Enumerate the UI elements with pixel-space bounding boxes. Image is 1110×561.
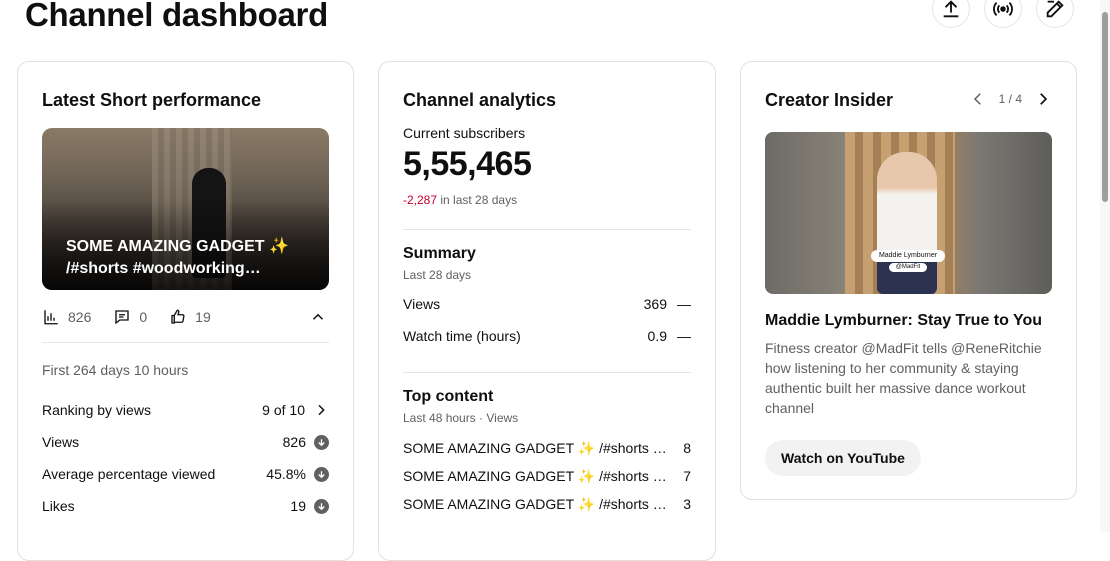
- summary-value: 369 —: [644, 296, 691, 312]
- metric-value-text: 45.8%: [266, 466, 306, 482]
- card-title: Channel analytics: [403, 90, 557, 110]
- views-stat: 826: [42, 308, 91, 326]
- upload-button[interactable]: [932, 0, 970, 28]
- metric-label: Ranking by views: [42, 402, 151, 418]
- summary-row-views: Views 369 —: [403, 296, 691, 312]
- top-content-video-title: SOME AMAZING GADGET ✨ /#shorts #woodwork…: [403, 468, 668, 484]
- metric-likes: Likes 19: [42, 498, 329, 514]
- metric-label: Average percentage viewed: [42, 466, 216, 482]
- top-content-video-title: SOME AMAZING GADGET ✨ /#shorts #woodwork…: [403, 440, 668, 456]
- thumbnail-handle-tag: @MadFit: [889, 263, 927, 272]
- metric-label: Views: [42, 434, 80, 450]
- top-content-title: Top content: [403, 388, 494, 405]
- metric-value: 45.8%: [266, 466, 329, 482]
- top-content-period: Last 48 hours · Views: [403, 411, 519, 425]
- subscriber-change-value: -2,287: [403, 193, 438, 207]
- collapse-button[interactable]: [307, 306, 329, 328]
- divider: [403, 229, 691, 230]
- thumbs-up-icon: [171, 309, 185, 324]
- arrow-down-icon: [314, 434, 329, 450]
- short-title: SOME AMAZING GADGET ✨ /#shorts #woodwork…: [66, 236, 306, 280]
- previous-button[interactable]: [967, 88, 989, 110]
- thumbnail-name-tag: Maddie Lymburner: [871, 250, 945, 262]
- top-content-video-title: SOME AMAZING GADGET ✨ /#shorts #woodwork…: [403, 496, 668, 512]
- scrollbar-thumb[interactable]: [1102, 12, 1108, 202]
- pager: 1 / 4: [967, 88, 1054, 110]
- chevron-right-icon: [1040, 93, 1048, 105]
- summary-value-text: 0.9: [647, 328, 667, 344]
- summary-trend: —: [677, 328, 691, 344]
- summary-label: Views: [403, 296, 441, 312]
- card-title: Latest Short performance: [42, 90, 262, 110]
- top-content-row[interactable]: SOME AMAZING GADGET ✨ /#shorts #woodwork…: [403, 496, 691, 513]
- views-count: 826: [68, 309, 92, 325]
- metric-value-text: 826: [282, 434, 306, 450]
- next-button[interactable]: [1032, 88, 1054, 110]
- chevron-up-icon: [312, 313, 324, 320]
- arrow-down-icon: [314, 498, 329, 514]
- metric-value-text: 9 of 10: [262, 402, 305, 418]
- header-actions: [932, 0, 1074, 28]
- top-content-row[interactable]: SOME AMAZING GADGET ✨ /#shorts #woodwork…: [403, 440, 691, 457]
- metric-avg-viewed: Average percentage viewed 45.8%: [42, 466, 329, 482]
- divider: [42, 342, 329, 343]
- metric-ranking[interactable]: Ranking by views 9 of 10: [42, 402, 329, 418]
- latest-short-card: Latest Short performance SOME AMAZING GA…: [17, 61, 354, 561]
- comments-stat: 0: [113, 308, 147, 326]
- subscriber-count: 5,55,465: [403, 145, 532, 183]
- summary-period: Last 28 days: [403, 268, 472, 282]
- watch-on-youtube-button[interactable]: Watch on YouTube: [765, 440, 921, 476]
- summary-label: Watch time (hours): [403, 328, 521, 344]
- live-icon: [993, 1, 1013, 17]
- first-period-label: First 264 days 10 hours: [42, 362, 189, 378]
- summary-trend: —: [677, 296, 691, 312]
- upload-icon: [943, 0, 959, 18]
- short-title-line: SOME AMAZING GADGET ✨: [66, 238, 289, 255]
- top-content-row[interactable]: SOME AMAZING GADGET ✨ /#shorts #woodwork…: [403, 468, 691, 485]
- insider-video-description: Fitness creator @MadFit tells @ReneRitch…: [765, 340, 1042, 416]
- likes-count: 19: [195, 309, 211, 325]
- summary-value-text: 369: [643, 296, 667, 312]
- comments-count: 0: [139, 309, 148, 325]
- likes-stat: 19: [169, 308, 211, 326]
- comment-icon: [115, 310, 130, 325]
- summary-title: Summary: [403, 245, 476, 262]
- subscriber-change-suffix: in last 28 days: [437, 193, 518, 207]
- metric-value: 826: [283, 434, 329, 450]
- top-content-views: 8: [683, 440, 691, 456]
- insider-video-title: Maddie Lymburner: Stay True to You: [765, 312, 1043, 329]
- chevron-left-icon: [973, 93, 981, 105]
- short-title-line: /#shorts #woodworking…: [66, 260, 261, 277]
- page-indicator: 1 / 4: [998, 92, 1022, 106]
- divider: [403, 372, 691, 373]
- metric-views: Views 826: [42, 434, 329, 450]
- short-stats: 826 0 19: [42, 305, 329, 329]
- metric-value: 9 of 10: [262, 402, 329, 418]
- bar-chart-icon: [44, 310, 58, 325]
- metric-value: 19: [290, 498, 329, 514]
- subscriber-change: -2,287 in last 28 days: [403, 193, 517, 207]
- top-content-views: 3: [683, 496, 691, 512]
- card-title: Creator Insider: [765, 90, 894, 110]
- summary-value: 0.9 —: [648, 328, 691, 344]
- page-title: Channel dashboard: [25, 0, 328, 33]
- edit-icon: [1046, 0, 1064, 18]
- current-subscribers-label: Current subscribers: [403, 125, 526, 141]
- go-live-button[interactable]: [984, 0, 1022, 28]
- insider-video-thumbnail[interactable]: Maddie Lymburner @MadFit: [765, 132, 1052, 294]
- arrow-down-icon: [314, 466, 329, 482]
- top-content-views: 7: [683, 468, 691, 484]
- chevron-right-icon: [318, 404, 325, 416]
- metric-label: Likes: [42, 498, 75, 514]
- metric-value-text: 19: [290, 498, 306, 514]
- short-thumbnail[interactable]: SOME AMAZING GADGET ✨ /#shorts #woodwork…: [42, 128, 329, 290]
- page-scrollbar[interactable]: [1100, 0, 1110, 532]
- summary-row-watch-time: Watch time (hours) 0.9 —: [403, 328, 691, 344]
- creator-insider-card: Creator Insider 1 / 4 Maddie Lymburner @…: [740, 61, 1077, 500]
- create-post-button[interactable]: [1036, 0, 1074, 28]
- channel-analytics-card: Channel analytics Current subscribers 5,…: [378, 61, 716, 561]
- thumbnail-person: [877, 152, 937, 294]
